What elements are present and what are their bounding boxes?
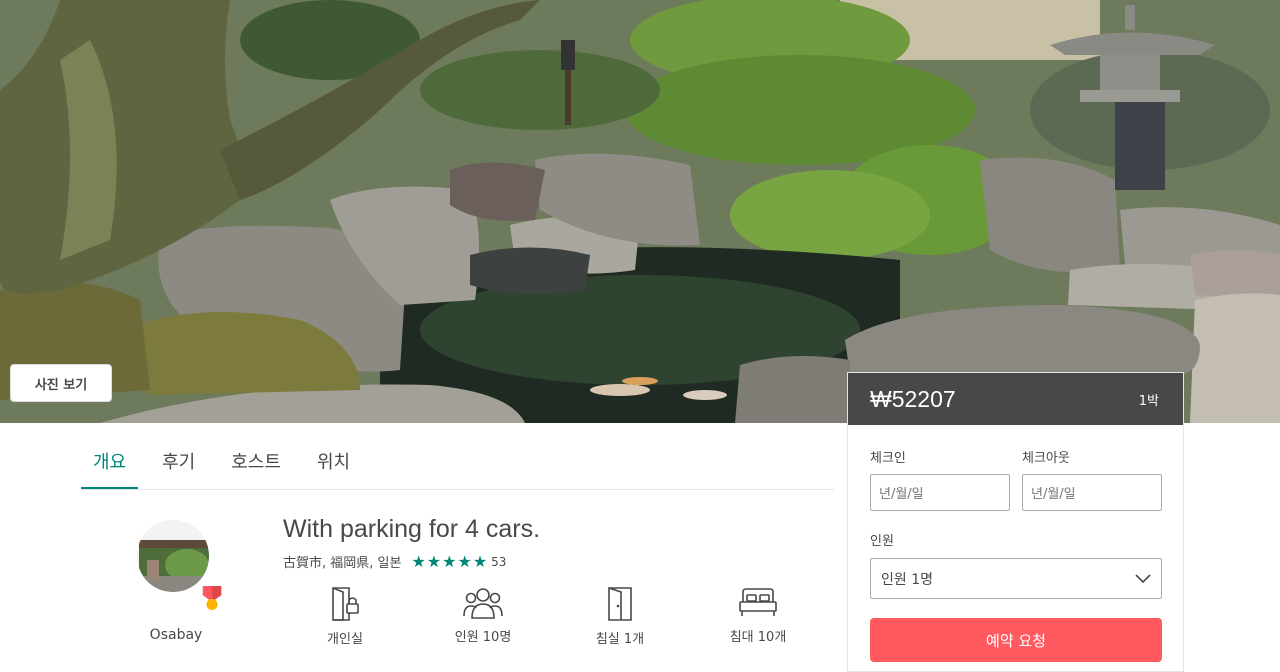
amenity-guests: 인원 10명 — [433, 586, 533, 645]
amenity-label: 침실 1개 — [595, 632, 645, 647]
hero-photo[interactable]: 사진 보기 — [0, 0, 1280, 423]
section-tabs: 개요 후기 호스트 위치 — [81, 440, 834, 490]
amenity-label: 침대 10개 — [729, 630, 787, 645]
guests-value: 인원 1명 — [881, 571, 933, 588]
per-night-label: 1박 — [1138, 393, 1159, 409]
superhost-badge-icon — [202, 586, 222, 610]
star-icon: ★ — [426, 551, 442, 571]
host-name[interactable]: Osabay — [128, 627, 224, 643]
rating-stars[interactable]: ★ ★ ★ ★ ★ — [411, 551, 488, 571]
garden-image — [0, 0, 1280, 423]
listing-title: With parking for 4 cars. — [283, 515, 541, 543]
amenity-private-room: 개인실 — [295, 586, 395, 647]
listing-location: 古賀市, 福岡県, 일본 — [283, 556, 402, 571]
door-lock-icon — [332, 587, 359, 621]
star-icon: ★ — [411, 551, 426, 571]
tab-overview[interactable]: 개요 — [81, 440, 139, 489]
checkin-date-input[interactable]: 년/월/일 — [870, 474, 1010, 511]
star-icon: ★ — [457, 551, 472, 571]
bed-icon — [739, 588, 777, 616]
host-avatar[interactable] — [137, 520, 222, 610]
checkout-label: 체크아웃 — [1022, 451, 1070, 466]
amenity-label: 인원 10명 — [454, 630, 512, 645]
review-count[interactable]: 53 — [491, 555, 506, 569]
tab-host[interactable]: 호스트 — [219, 440, 293, 489]
amenity-beds: 침대 10개 — [708, 586, 808, 645]
amenity-label: 개인실 — [327, 632, 363, 647]
nightly-price: ₩52207 — [870, 385, 956, 412]
booking-panel: ₩52207 1박 체크인 체크아웃 년/월/일 년/월/일 인원 인원 1명 … — [847, 372, 1184, 672]
host-photo — [137, 520, 209, 592]
door-icon — [608, 587, 632, 621]
tab-location[interactable]: 위치 — [305, 440, 362, 489]
reserve-button[interactable]: 예약 요청 — [870, 618, 1162, 662]
star-icon: ★ — [442, 551, 457, 571]
tab-reviews[interactable]: 후기 — [150, 440, 207, 489]
checkout-date-input[interactable]: 년/월/일 — [1022, 474, 1162, 511]
guests-select[interactable]: 인원 1명 — [870, 558, 1162, 599]
amenity-bedrooms: 침실 1개 — [570, 586, 670, 647]
price-bar: ₩52207 1박 — [848, 373, 1183, 425]
guests-icon — [463, 588, 503, 619]
listing-location-row: 古賀市, 福岡県, 일본 ★ ★ ★ ★ ★ 53 — [283, 552, 506, 571]
view-photos-button[interactable]: 사진 보기 — [10, 364, 112, 402]
star-icon: ★ — [472, 551, 488, 571]
chevron-down-icon — [1135, 573, 1151, 583]
checkin-label: 체크인 — [870, 451, 906, 466]
guests-label: 인원 — [870, 534, 894, 549]
